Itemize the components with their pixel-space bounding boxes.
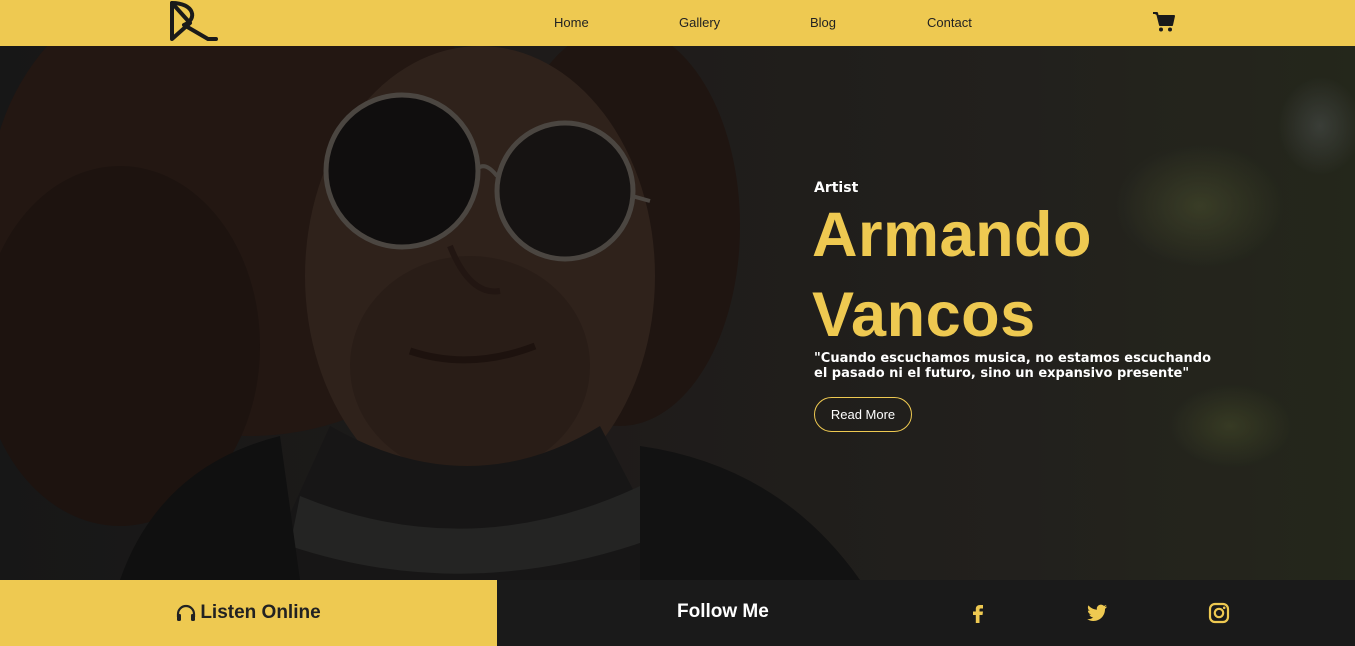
cart-icon[interactable] bbox=[1152, 11, 1176, 33]
facebook-icon[interactable] bbox=[966, 601, 990, 625]
instagram-icon[interactable] bbox=[1207, 601, 1231, 625]
hero-overlay bbox=[0, 46, 1355, 580]
listen-online-button[interactable]: Listen Online bbox=[0, 580, 497, 646]
logo-icon[interactable] bbox=[168, 1, 218, 43]
nav-contact[interactable]: Contact bbox=[927, 15, 972, 31]
read-more-button[interactable]: Read More bbox=[814, 397, 912, 432]
artist-name-last: Vancos bbox=[812, 280, 1036, 350]
hero-quote: "Cuando escuchamos musica, no estamos es… bbox=[814, 351, 1212, 381]
hero-section: Artist Armando Vancos "Cuando escuchamos… bbox=[0, 46, 1355, 580]
twitter-icon[interactable] bbox=[1085, 601, 1109, 625]
hero-subtitle: Artist bbox=[814, 180, 859, 196]
nav-gallery[interactable]: Gallery bbox=[679, 15, 720, 31]
nav-home[interactable]: Home bbox=[554, 15, 589, 31]
site-header: Home Gallery Blog Contact bbox=[0, 0, 1355, 46]
artist-name-first: Armando bbox=[812, 200, 1093, 270]
listen-online-label: Listen Online bbox=[200, 602, 321, 623]
follow-me-bar: Follow Me bbox=[497, 580, 1355, 646]
headphones-icon bbox=[177, 604, 196, 621]
nav-blog[interactable]: Blog bbox=[810, 15, 836, 31]
follow-me-label: Follow Me bbox=[677, 601, 769, 622]
